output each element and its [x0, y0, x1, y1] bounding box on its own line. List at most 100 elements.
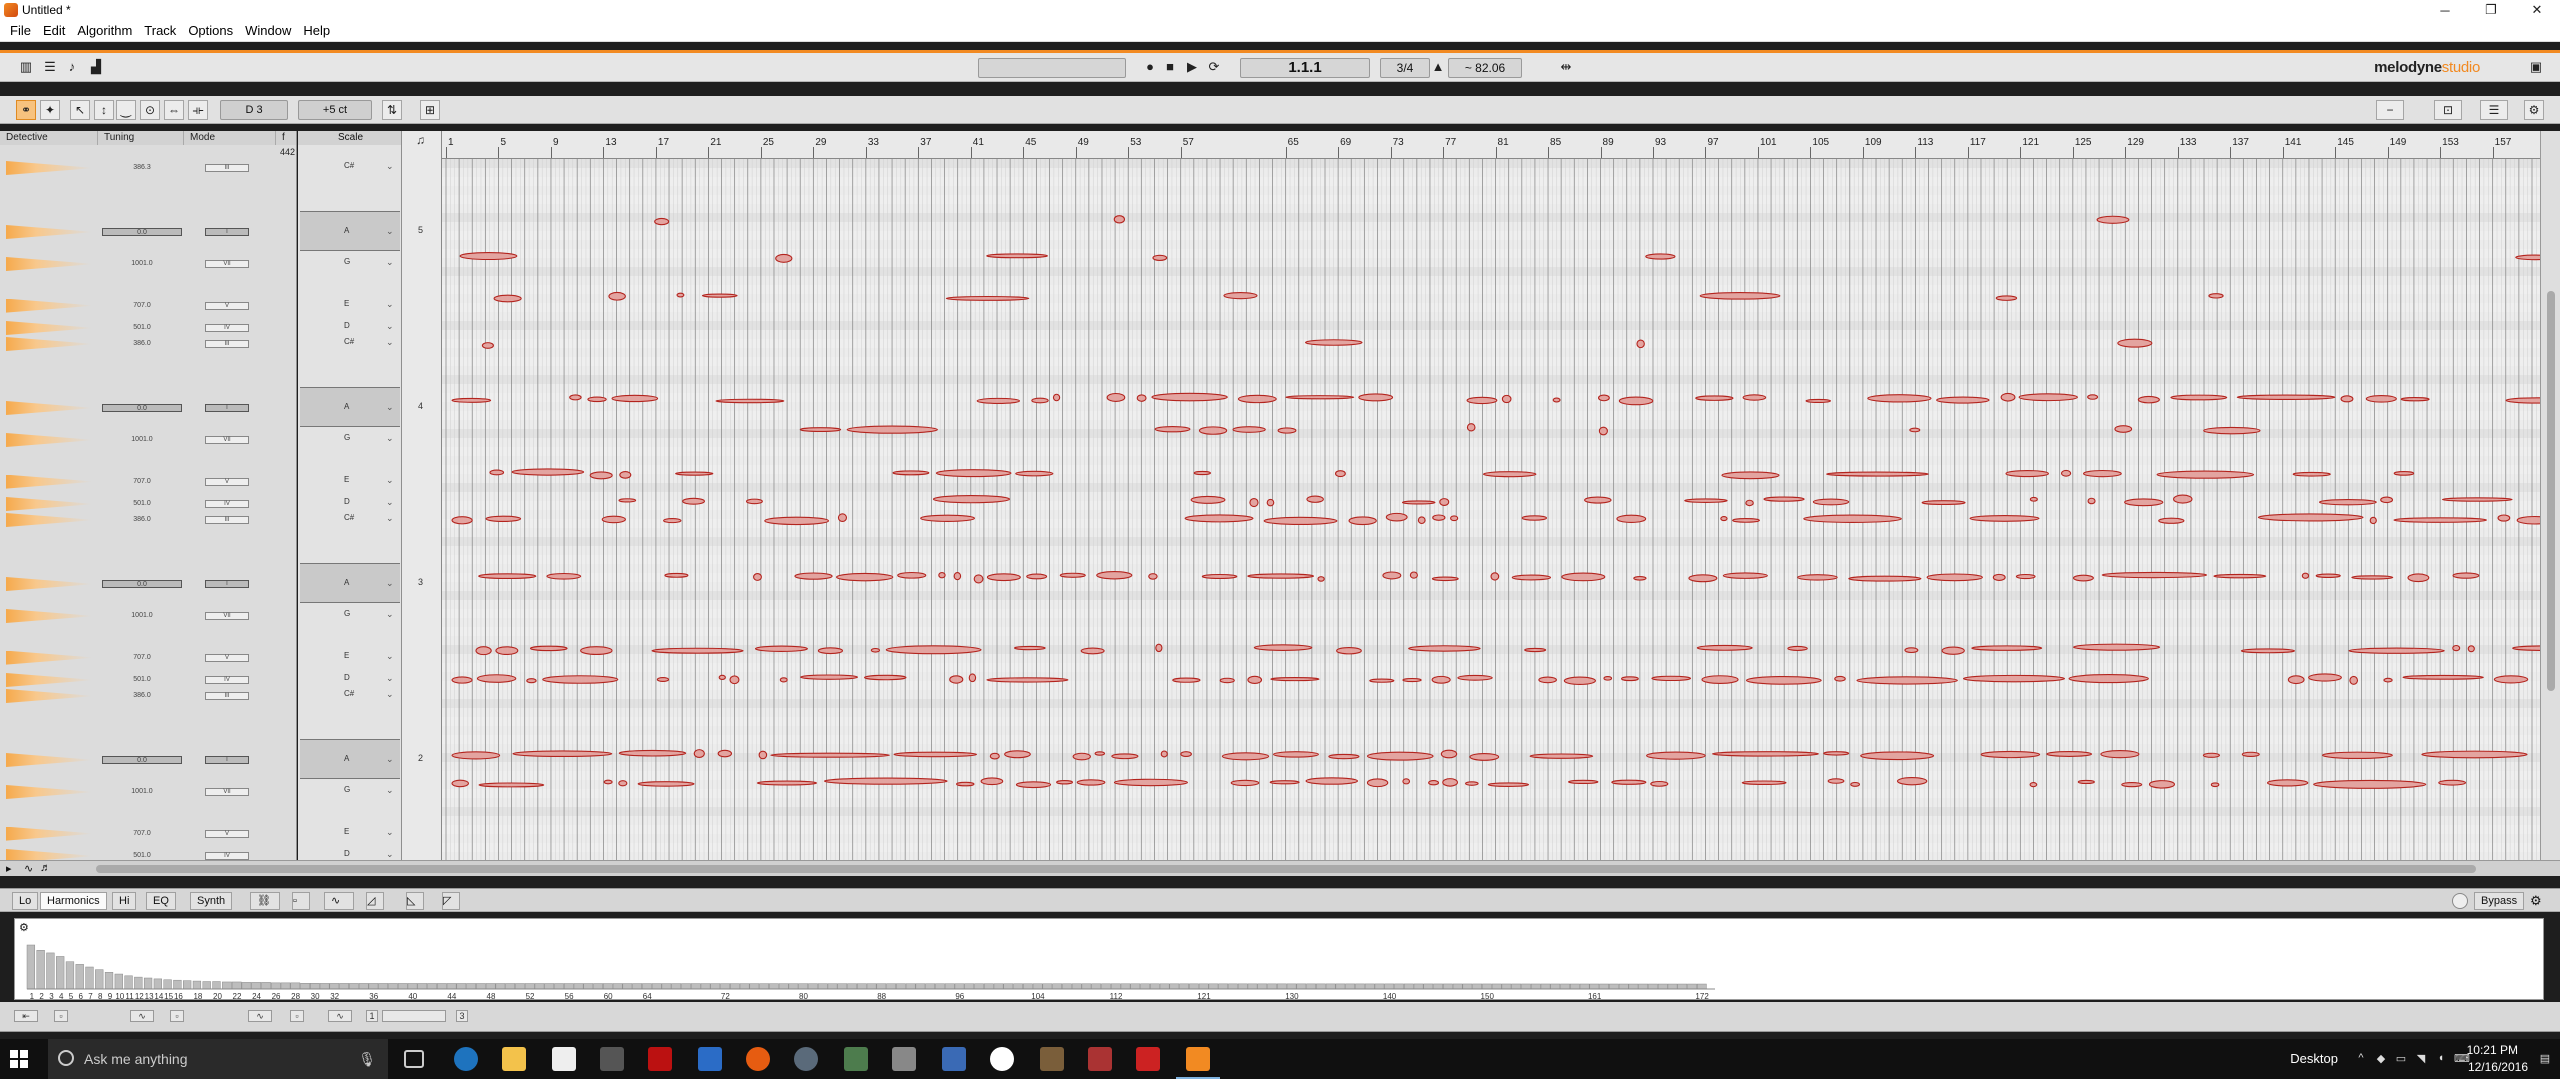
- harmonic-bar[interactable]: [925, 983, 936, 990]
- tab-eq[interactable]: EQ: [146, 892, 176, 910]
- windows-start-icon[interactable]: [10, 1050, 28, 1068]
- settings-gear-icon[interactable]: ⚙: [2524, 100, 2544, 120]
- note-blob[interactable]: [2266, 779, 2309, 787]
- note-blob[interactable]: [701, 293, 738, 298]
- harmonic-bar[interactable]: [319, 983, 330, 990]
- link-tool-icon[interactable]: ⚭: [16, 100, 36, 120]
- note-blob[interactable]: [1193, 470, 1211, 476]
- harmonic-bar[interactable]: [671, 983, 682, 990]
- note-blob[interactable]: [485, 515, 522, 523]
- note-blob[interactable]: [758, 750, 768, 760]
- note-blob[interactable]: [920, 514, 976, 522]
- zoom-out-icon[interactable]: −: [2376, 100, 2404, 120]
- note-blob[interactable]: [745, 498, 763, 505]
- note-blob[interactable]: [1834, 675, 1846, 682]
- harmonic-bar[interactable]: [339, 983, 349, 990]
- harmonic-bar[interactable]: [1159, 983, 1170, 990]
- note-blob[interactable]: [637, 781, 695, 787]
- note-blob[interactable]: [1358, 393, 1394, 402]
- harmonic-bar[interactable]: [1198, 983, 1209, 990]
- note-blob[interactable]: [1184, 514, 1254, 523]
- note-blob[interactable]: [846, 425, 938, 434]
- note-blob[interactable]: [1230, 779, 1260, 787]
- note-blob[interactable]: [656, 676, 670, 682]
- note-blob[interactable]: [2046, 750, 2093, 757]
- note-blob[interactable]: [729, 675, 740, 685]
- note-blob[interactable]: [2313, 779, 2427, 789]
- note-blob[interactable]: [718, 674, 726, 681]
- tuning-value[interactable]: 386.0: [102, 340, 182, 348]
- harmonic-bar[interactable]: [935, 983, 945, 990]
- chevron-down-icon[interactable]: ⌄: [386, 433, 394, 444]
- detective-row[interactable]: 501.0 IV: [0, 673, 296, 687]
- detective-row[interactable]: 1001.0 VII: [0, 257, 296, 271]
- cents-display[interactable]: +5 ct: [298, 100, 372, 120]
- app-d-icon[interactable]: [794, 1047, 818, 1071]
- harmonic-bar[interactable]: [583, 983, 594, 990]
- chevron-down-icon[interactable]: ⌄: [386, 257, 394, 268]
- control-range-slider[interactable]: [382, 1010, 446, 1022]
- note-blob[interactable]: [1432, 514, 1446, 521]
- clock-time[interactable]: 10:21 PM: [2467, 1043, 2518, 1057]
- detective-row[interactable]: 501.0 IV: [0, 497, 296, 511]
- note-blob[interactable]: [2121, 781, 2143, 788]
- note-blob[interactable]: [1431, 576, 1459, 582]
- mode-value[interactable]: V: [205, 829, 249, 838]
- control-num-3[interactable]: 3: [456, 1010, 468, 1022]
- note-blob[interactable]: [511, 468, 585, 476]
- note-blob[interactable]: [512, 750, 613, 758]
- note-blob[interactable]: [1856, 676, 1958, 685]
- menu-options[interactable]: Options: [182, 23, 239, 38]
- harmonic-bar[interactable]: [1306, 983, 1316, 990]
- note-blob[interactable]: [1803, 514, 1902, 523]
- curve-icon[interactable]: ∿: [324, 892, 354, 910]
- bar-ruler[interactable]: 1 5 9 13 17 21 25 29 33 37 41 45 49 53 57 65 69 73 77 81 85 8…: [442, 131, 2540, 159]
- note-blob[interactable]: [1113, 778, 1188, 787]
- note-blob[interactable]: [1941, 646, 1965, 655]
- note-blob[interactable]: [1850, 781, 1861, 787]
- note-blob[interactable]: [1409, 571, 1418, 579]
- note-blob[interactable]: [475, 646, 492, 656]
- harmonic-bar[interactable]: [1364, 983, 1375, 990]
- position-display[interactable]: 1.1.1: [1240, 58, 1370, 78]
- note-blob[interactable]: [800, 674, 859, 680]
- scale-note-cell[interactable]: C# ⌄: [300, 323, 400, 363]
- mode-value[interactable]: I: [205, 404, 249, 412]
- control-c[interactable]: ∿: [130, 1010, 154, 1022]
- note-blob[interactable]: [542, 675, 619, 684]
- note-blob[interactable]: [2515, 254, 2540, 261]
- note-blob[interactable]: [2505, 397, 2540, 404]
- harmonic-bar[interactable]: [505, 983, 516, 990]
- note-blob[interactable]: [2029, 782, 2038, 788]
- note-blob[interactable]: [956, 781, 975, 787]
- note-blob[interactable]: [1151, 392, 1228, 402]
- harmonic-bar[interactable]: [1150, 983, 1160, 990]
- note-blob[interactable]: [986, 677, 1069, 683]
- tuning-value[interactable]: 0.0: [102, 580, 182, 588]
- store-icon[interactable]: [552, 1047, 576, 1071]
- harmonic-bar[interactable]: [485, 983, 496, 990]
- scale-note-cell[interactable]: C# ⌄: [300, 147, 400, 187]
- chevron-down-icon[interactable]: ⌄: [386, 609, 394, 620]
- note-blob[interactable]: [618, 498, 637, 503]
- main-tool-icon[interactable]: ↖: [70, 100, 90, 120]
- scale-header[interactable]: Scale: [298, 131, 401, 145]
- note-blob[interactable]: [1598, 426, 1608, 436]
- harmonic-bar[interactable]: [124, 975, 133, 990]
- note-blob[interactable]: [932, 494, 1010, 504]
- harmonic-bar[interactable]: [1618, 983, 1629, 990]
- note-blob[interactable]: [2512, 645, 2540, 651]
- harmonic-bar[interactable]: [1550, 983, 1561, 990]
- tuning-header[interactable]: Tuning: [98, 131, 184, 145]
- note-blob[interactable]: [2213, 573, 2267, 579]
- harmonic-bar[interactable]: [681, 983, 691, 990]
- note-blob[interactable]: [754, 645, 808, 652]
- harmonic-bar[interactable]: [1599, 983, 1609, 990]
- note-blob[interactable]: [2467, 645, 2475, 653]
- harmonic-bar[interactable]: [56, 956, 65, 990]
- harmonic-bar[interactable]: [202, 981, 211, 990]
- harmonic-bar[interactable]: [183, 980, 192, 990]
- note-blob[interactable]: [1699, 292, 1781, 300]
- tuning-value[interactable]: 1001.0: [102, 260, 182, 268]
- harmonic-bar[interactable]: [847, 983, 857, 990]
